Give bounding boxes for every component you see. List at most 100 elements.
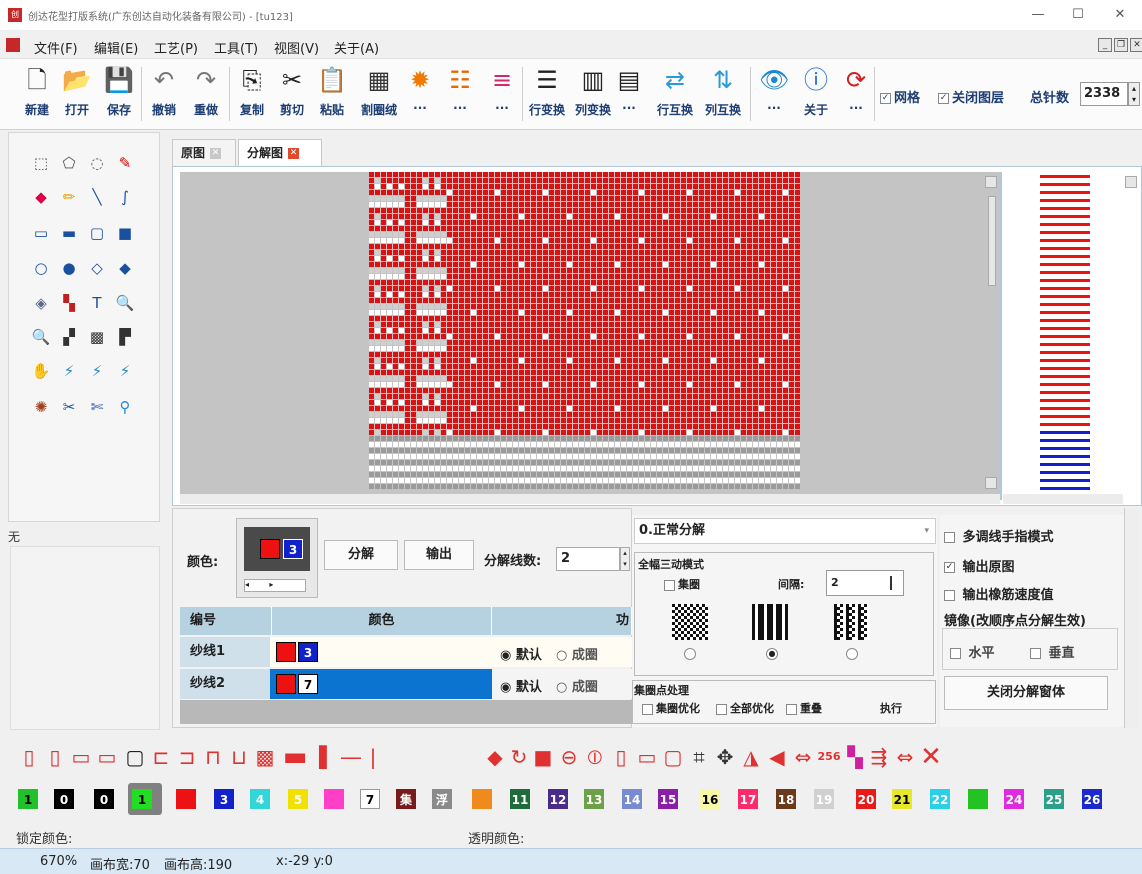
palette-color-swatch[interactable]: 22 <box>930 789 950 809</box>
filled-diamond-icon[interactable]: ◆ <box>114 257 136 279</box>
cut-button[interactable]: ✂ 剪切 <box>274 61 310 127</box>
palette-color-swatch[interactable]: 19 <box>814 789 834 809</box>
refresh-button[interactable]: ⟳ ··· <box>838 61 874 127</box>
pattern-grid[interactable] <box>369 172 801 494</box>
app-menu-icon[interactable] <box>6 38 20 52</box>
delete-icon[interactable]: ✕ <box>918 744 944 770</box>
palette-color-swatch[interactable]: 25 <box>1044 789 1064 809</box>
insert-row-icon[interactable]: ⊏ <box>148 744 174 770</box>
palette-color-swatch[interactable]: 1 <box>132 789 152 809</box>
palette-color-swatch[interactable]: 0 <box>54 789 74 809</box>
panel-scrollbar[interactable] <box>1124 508 1138 728</box>
cut-loop-button[interactable]: ▦ 割圈绒 <box>356 61 402 127</box>
palette-icon[interactable]: ✺ <box>30 396 52 418</box>
new-button[interactable]: 🗋 新建 <box>20 61 54 127</box>
menu-tools[interactable]: 工具(T) <box>214 38 258 57</box>
close-button[interactable]: ✕ <box>1100 4 1140 26</box>
output-original-checkbox[interactable]: ✓ 输出原图 <box>944 556 1015 575</box>
menu-about[interactable]: 关于(A) <box>334 38 379 57</box>
interval-input[interactable]: 2 <box>826 570 904 596</box>
frame-right-icon[interactable]: ▯ <box>42 744 68 770</box>
fill-pattern-icon[interactable]: ▩ <box>252 744 278 770</box>
frame-outline-icon[interactable]: ▯ <box>608 744 634 770</box>
palette-color-swatch[interactable]: 3 <box>214 789 234 809</box>
palette-color-swatch[interactable]: 浮 <box>432 789 452 809</box>
about-button[interactable]: ⓘ 关于 <box>798 61 834 127</box>
mode-select[interactable]: 0.正常分解 ▾ <box>634 518 936 544</box>
palette-color-swatch[interactable]: 集 <box>396 789 416 809</box>
close-layer-checkbox[interactable]: ✓ 关闭图层 <box>938 87 1004 106</box>
flip-vertical-icon[interactable]: ⊖ <box>556 744 582 770</box>
output-rubber-checkbox[interactable]: 输出橡筋速度值 <box>944 584 1054 603</box>
vertical-checkbox[interactable]: 垂直 <box>1030 642 1075 661</box>
vertical-line-icon[interactable]: | <box>360 744 386 770</box>
default-radio[interactable]: ◉ 默认 <box>500 644 542 663</box>
frame-clip-icon[interactable]: ▢ <box>660 744 686 770</box>
delete-column-icon[interactable]: ⊔ <box>226 744 252 770</box>
frame-left-icon[interactable]: ▯ <box>16 744 42 770</box>
open-button[interactable]: 📂 打开 <box>60 61 94 127</box>
pencil-icon[interactable]: ✏ <box>58 186 80 208</box>
curve-icon[interactable]: ∫ <box>114 186 136 208</box>
pattern-radio-2[interactable]: ● <box>766 648 778 660</box>
vertical-bar-icon[interactable]: ▌ <box>314 744 340 770</box>
lock-arrow-icon[interactable]: ⇶ <box>866 744 892 770</box>
insert-column-icon[interactable]: ⊓ <box>200 744 226 770</box>
lines-input[interactable]: 2 <box>556 547 620 571</box>
palette-color-swatch[interactable]: 20 <box>856 789 876 809</box>
total-needles-input[interactable]: 2338 <box>1080 82 1128 106</box>
zoom-out-icon[interactable]: 🔍 <box>30 326 52 348</box>
menu-view[interactable]: 视图(V) <box>274 38 319 57</box>
crop-icon[interactable]: ⌗ <box>686 744 712 770</box>
menu-process[interactable]: 工艺(P) <box>154 38 198 57</box>
filled-rectangle-icon[interactable]: ▬ <box>58 222 80 244</box>
palette-color-swatch[interactable]: 2 <box>176 789 196 809</box>
pattern-radio-3[interactable] <box>846 648 858 660</box>
move-icon[interactable]: ✥ <box>712 744 738 770</box>
undo-button[interactable]: ↶ 撤销 <box>146 61 182 127</box>
mdi-minimize-button[interactable]: _ <box>1098 38 1112 52</box>
overlap-checkbox[interactable]: 重叠 <box>786 700 822 716</box>
execute-button[interactable]: 执行 <box>880 700 902 716</box>
frame-top-icon[interactable]: ▭ <box>68 744 94 770</box>
palette-color-swatch[interactable]: 26 <box>1082 789 1102 809</box>
filled-rounded-rect-icon[interactable]: ■ <box>114 222 136 244</box>
gear-button[interactable]: ✹ ··· <box>402 61 438 127</box>
pattern-option-3[interactable] <box>834 604 870 640</box>
mdi-restore-button[interactable]: ❐ <box>1114 38 1128 52</box>
horizontal-checkbox[interactable]: 水平 <box>950 642 995 661</box>
output-button[interactable]: 输出 <box>404 540 474 570</box>
horizontal-bar-icon[interactable]: ▬ <box>282 744 308 770</box>
rounded-rect-icon[interactable]: ▢ <box>86 222 108 244</box>
color-cube-icon[interactable]: ▚ <box>842 744 868 770</box>
color-256-icon[interactable]: 256 <box>816 744 842 770</box>
pattern-button[interactable]: ☷ ··· <box>442 61 478 127</box>
fill-icon[interactable]: ◈ <box>30 292 52 314</box>
flip-horizontal-icon[interactable]: ⦶ <box>582 744 608 770</box>
rotate-icon[interactable]: ↻ <box>506 744 532 770</box>
eye-button[interactable]: 👁 ··· <box>756 61 792 127</box>
palette-color-swatch[interactable]: 11 <box>510 789 530 809</box>
pipette-icon[interactable]: ✎ <box>114 152 136 174</box>
loop-checkbox[interactable]: 集圈 <box>664 576 700 592</box>
mirror-icon[interactable]: ◮ <box>738 744 764 770</box>
color-stripes-button[interactable]: ≡ ··· <box>484 61 520 127</box>
magic-wand-icon[interactable]: ⚡ <box>58 360 80 382</box>
palette-color-swatch[interactable]: 21 <box>892 789 912 809</box>
hand-icon[interactable]: ✋ <box>30 360 52 382</box>
poly-select-icon[interactable]: ⬠ <box>58 152 80 174</box>
diamond-icon[interactable]: ◇ <box>86 257 108 279</box>
palette-color-swatch[interactable]: 4 <box>250 789 270 809</box>
loop-radio[interactable]: ○ 成圈 <box>556 676 598 695</box>
row-transform-button[interactable]: ☰ 行变换 <box>524 61 570 127</box>
scissors-icon[interactable]: ✂ <box>58 396 80 418</box>
decompose-button[interactable]: 分解 <box>324 540 398 570</box>
row-swap-button[interactable]: ⇄ 行互换 <box>652 61 698 127</box>
palette-color-swatch[interactable]: 18 <box>776 789 796 809</box>
square-point-icon[interactable]: ■ <box>530 744 556 770</box>
palette-color-swatch[interactable]: 24 <box>1004 789 1024 809</box>
mdi-close-button[interactable]: ✕ <box>1130 38 1142 52</box>
color-scrollbar[interactable]: ◂ ▸ <box>244 579 306 592</box>
frame-all-icon[interactable]: ▢ <box>122 744 148 770</box>
palette-color-swatch[interactable]: 5 <box>288 789 308 809</box>
